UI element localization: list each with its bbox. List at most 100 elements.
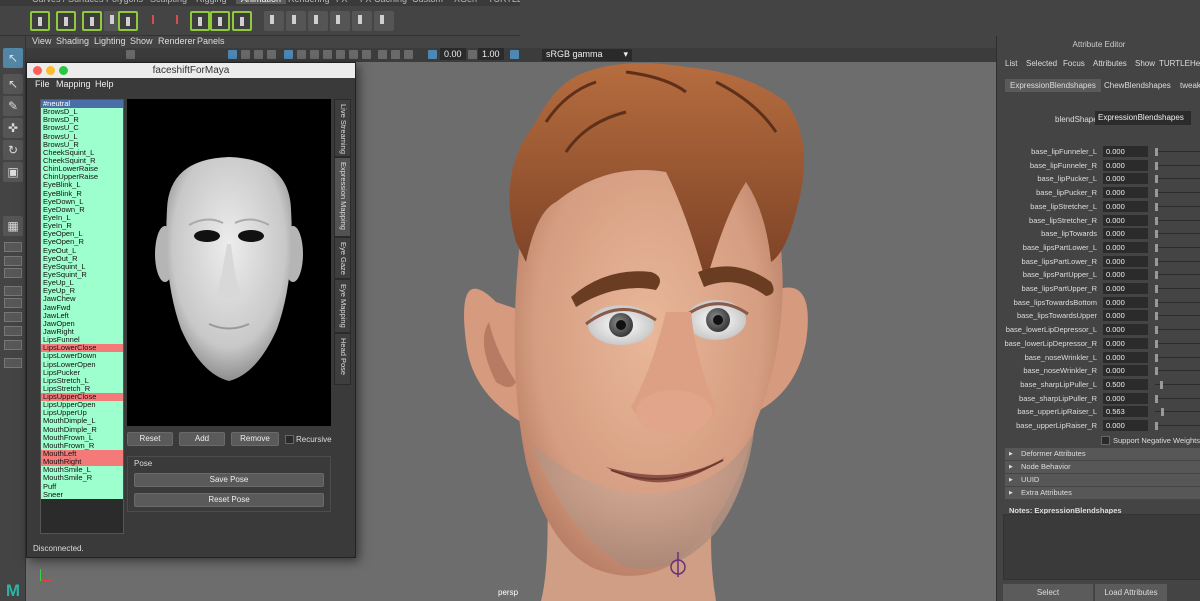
weight-slider-handle[interactable] xyxy=(1155,257,1158,266)
shelf-tab-custom[interactable]: Custom xyxy=(412,0,443,4)
weight-value-field[interactable]: 0.000 xyxy=(1103,351,1148,363)
weight-slider-track[interactable] xyxy=(1155,164,1200,166)
remove-button[interactable]: Remove xyxy=(231,432,279,446)
weight-value-field[interactable]: 0.563 xyxy=(1103,406,1148,418)
weight-value-field[interactable]: 0.000 xyxy=(1103,365,1148,377)
select-button[interactable]: Select xyxy=(1003,584,1093,601)
support-negative-checkbox[interactable] xyxy=(1101,436,1110,445)
playblast-icon[interactable] xyxy=(146,11,166,31)
tab-live-streaming[interactable]: Live Streaming xyxy=(334,99,351,157)
weight-value-field[interactable]: 0.000 xyxy=(1103,324,1148,336)
weight-slider-handle[interactable] xyxy=(1155,422,1158,430)
weight-slider-handle[interactable] xyxy=(1155,298,1158,307)
reset-button[interactable]: Reset xyxy=(127,432,173,446)
menu-show[interactable]: Show xyxy=(1135,59,1155,68)
weight-value-field[interactable]: 0.000 xyxy=(1103,283,1148,294)
shelf-tab-turtle[interactable]: TURTLE xyxy=(488,0,520,4)
weight-slider-track[interactable] xyxy=(1155,329,1200,331)
move-tool-icon[interactable]: ✜ xyxy=(3,118,23,138)
add-button[interactable]: Add xyxy=(179,432,225,446)
exposure-icon[interactable] xyxy=(428,50,437,59)
section-uuid[interactable]: UUID xyxy=(1005,474,1200,486)
layout-outliner-icon[interactable] xyxy=(4,286,22,296)
menu-view[interactable]: View xyxy=(32,36,51,46)
weight-value-field[interactable]: 0.000 xyxy=(1103,310,1148,322)
skin-icon[interactable] xyxy=(330,11,350,31)
shelf-tab-curves-surfaces[interactable]: Curves / Surfaces xyxy=(32,0,104,4)
layout-four-icon[interactable] xyxy=(4,242,22,252)
notes-field[interactable] xyxy=(1003,514,1200,580)
layout-two-side-icon[interactable] xyxy=(4,268,22,278)
weight-slider-handle[interactable] xyxy=(1155,271,1158,280)
shelf-tab-fx[interactable]: FX xyxy=(336,0,348,4)
menu-renderer[interactable]: Renderer xyxy=(158,36,196,46)
lights-icon[interactable] xyxy=(323,50,332,59)
isolate-icon[interactable] xyxy=(378,50,387,59)
weight-slider-track[interactable] xyxy=(1155,260,1200,262)
weight-slider-track[interactable] xyxy=(1155,397,1200,399)
weight-value-field[interactable]: 0.000 xyxy=(1103,214,1148,226)
weight-slider-handle[interactable] xyxy=(1155,312,1158,321)
gamma-field[interactable]: 1.00 xyxy=(478,48,504,60)
grid-icon[interactable] xyxy=(228,50,237,59)
menu-show[interactable]: Show xyxy=(130,36,153,46)
weight-slider-track[interactable] xyxy=(1155,315,1200,317)
weight-slider-handle[interactable] xyxy=(1155,175,1158,184)
shelf-tab-xgen[interactable]: XGen xyxy=(454,0,477,4)
save-pose-button[interactable]: Save Pose xyxy=(134,473,324,487)
weight-slider-handle[interactable] xyxy=(1155,189,1158,198)
tab-head-pose[interactable]: Head Pose xyxy=(334,333,351,385)
weight-slider-handle[interactable] xyxy=(1155,285,1158,293)
weight-value-field[interactable]: 0.500 xyxy=(1103,378,1148,390)
textured-icon[interactable] xyxy=(310,50,319,59)
menu-focus[interactable]: Focus xyxy=(1063,59,1085,68)
weight-slider-handle[interactable] xyxy=(1155,243,1158,252)
scale-tool-icon[interactable]: ▣ xyxy=(3,162,23,182)
close-icon[interactable] xyxy=(33,66,42,75)
reset-pose-button[interactable]: Reset Pose xyxy=(134,493,324,507)
menu-attributes[interactable]: Attributes xyxy=(1093,59,1127,68)
gamma-icon[interactable] xyxy=(468,50,477,59)
ik-handle-icon[interactable] xyxy=(264,11,284,31)
weight-value-field[interactable]: 0.000 xyxy=(1103,159,1148,171)
color-management-icon[interactable] xyxy=(510,50,519,59)
breakdown-icon[interactable] xyxy=(118,11,138,31)
weight-slider-track[interactable] xyxy=(1155,233,1200,235)
ik-spline-icon[interactable] xyxy=(286,11,306,31)
paint-weights-icon[interactable] xyxy=(352,11,372,31)
weight-value-field[interactable]: 0.000 xyxy=(1103,241,1148,253)
weight-value-field[interactable]: 0.000 xyxy=(1103,392,1148,404)
menu-selected[interactable]: Selected xyxy=(1026,59,1057,68)
key-translate-icon[interactable] xyxy=(56,11,76,31)
weight-slider-handle[interactable] xyxy=(1155,230,1158,239)
tab-eye-mapping[interactable]: Eye Mapping xyxy=(334,279,351,333)
resolution-gate-icon[interactable] xyxy=(254,50,263,59)
weight-value-field[interactable]: 0.000 xyxy=(1103,296,1148,308)
recursive-checkbox[interactable] xyxy=(285,435,294,444)
ao-icon[interactable] xyxy=(349,50,358,59)
blendshape-name-field[interactable]: ExpressionBlendshapes xyxy=(1095,111,1191,125)
weight-value-field[interactable]: 0.000 xyxy=(1103,228,1148,240)
menu-lighting[interactable]: Lighting xyxy=(94,36,126,46)
weight-slider-handle[interactable] xyxy=(1160,380,1163,389)
color-space-dropdown[interactable]: sRGB gamma ▾ xyxy=(542,49,632,61)
xray-joints-icon[interactable] xyxy=(404,50,413,59)
weight-slider-handle[interactable] xyxy=(1155,202,1158,211)
weight-value-field[interactable]: 0.000 xyxy=(1103,255,1148,267)
weight-slider-handle[interactable] xyxy=(1155,161,1158,170)
weight-value-field[interactable]: 0.000 xyxy=(1103,420,1148,431)
weight-slider-handle[interactable] xyxy=(1155,326,1158,335)
layout-script-icon[interactable] xyxy=(4,312,22,322)
constraint-icon[interactable] xyxy=(190,11,210,31)
set-key-icon[interactable] xyxy=(30,11,50,31)
window-title-bar[interactable]: faceshiftForMaya xyxy=(27,63,355,78)
menu-help[interactable]: He xyxy=(1190,59,1200,68)
weight-value-field[interactable]: 0.000 xyxy=(1103,269,1148,281)
weight-value-field[interactable]: 0.000 xyxy=(1103,200,1148,212)
tab-chew-blendshapes[interactable]: ChewBlendshapes xyxy=(1099,79,1176,92)
film-gate-icon[interactable] xyxy=(241,50,250,59)
layout-persp-icon[interactable] xyxy=(4,326,22,336)
weight-slider-track[interactable] xyxy=(1155,370,1200,372)
point-icon[interactable] xyxy=(232,11,252,31)
load-attributes-button[interactable]: Load Attributes xyxy=(1095,584,1167,601)
